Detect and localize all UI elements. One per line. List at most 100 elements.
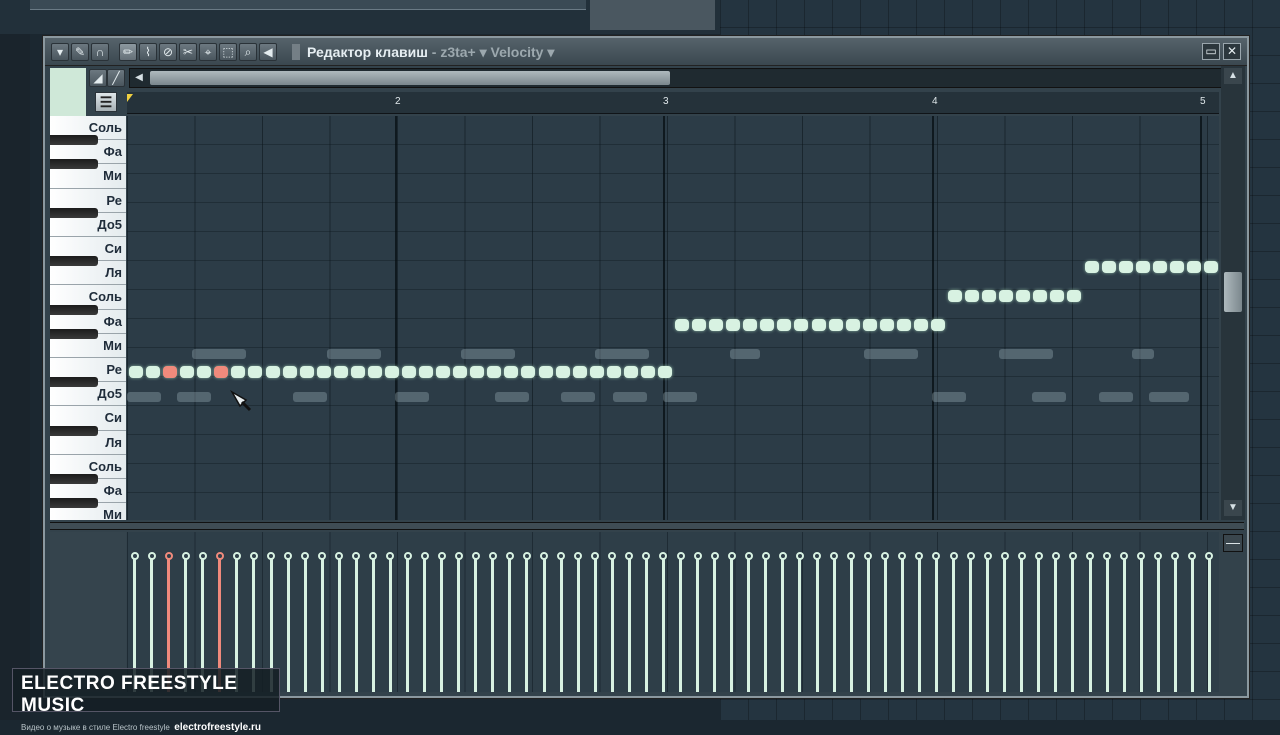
velocity-bar[interactable] [713,556,717,692]
velocity-bar[interactable] [781,556,785,692]
velocity-handle[interactable] [625,552,634,560]
vertical-scroll-thumb[interactable] [1224,272,1242,312]
note[interactable] [811,319,826,331]
piano-key-black[interactable] [50,256,98,267]
piano-key-black[interactable] [50,377,98,388]
note[interactable] [282,366,297,378]
note[interactable] [1101,261,1116,273]
velocity-bar[interactable] [593,556,597,692]
velocity-handle[interactable] [847,552,856,560]
note[interactable] [470,366,485,378]
event-menu-icon[interactable]: — [1223,534,1243,552]
velocity-handle[interactable] [267,552,275,560]
velocity-handle[interactable] [710,552,719,560]
note[interactable] [1152,261,1167,273]
velocity-handle[interactable] [966,552,975,560]
velocity-handle[interactable] [659,552,668,560]
note[interactable] [248,366,263,378]
velocity-bar[interactable] [1105,556,1109,692]
velocity-handle[interactable] [318,552,327,560]
horizontal-scroll-thumb[interactable] [150,71,670,85]
velocity-bar[interactable] [1173,556,1177,692]
note[interactable] [896,319,911,331]
note[interactable] [657,366,672,378]
velocity-handle[interactable] [181,552,190,560]
velocity-handle[interactable] [932,552,941,560]
velocity-bar[interactable] [764,556,768,692]
velocity-bar[interactable] [815,556,819,692]
velocity-bar[interactable] [747,556,751,692]
note[interactable] [350,366,365,378]
note[interactable] [692,319,707,331]
velocity-handle[interactable] [1086,552,1094,560]
note[interactable] [436,366,451,378]
zoom-icon[interactable]: ⌕ [239,43,257,61]
velocity-bar[interactable] [1139,556,1143,692]
velocity-bar[interactable] [576,556,580,692]
velocity-handle[interactable] [1034,552,1043,560]
velocity-bar[interactable] [1037,556,1041,692]
velocity-handle[interactable] [813,552,821,560]
velocity-bar[interactable] [423,556,427,692]
note[interactable] [913,319,928,331]
velocity-handle[interactable] [352,552,361,560]
note[interactable] [1186,261,1201,273]
note[interactable] [146,366,161,378]
piano-key-black[interactable] [50,135,98,146]
velocity-bar[interactable] [1190,556,1194,692]
velocity-bar[interactable] [917,556,921,692]
velocity-bar[interactable] [525,556,529,692]
velocity-bar[interactable] [371,556,375,692]
velocity-bar[interactable] [730,556,734,692]
velocity-bar[interactable] [969,556,973,692]
note[interactable] [794,319,809,331]
piano-key-black[interactable] [50,328,98,339]
horizontal-scrollbar[interactable]: ◀ ▶ [129,68,1241,88]
velocity-bar[interactable] [798,556,802,692]
velocity-handle[interactable] [164,552,173,560]
time-ruler[interactable]: 2 3 4 5 [127,92,1219,114]
channel-name[interactable]: z3ta+ [440,44,475,60]
note[interactable] [555,366,570,378]
mute-icon[interactable]: ✂ [179,43,197,61]
piano-key-black[interactable] [50,425,98,436]
note[interactable] [367,366,382,378]
note[interactable] [163,366,178,378]
velocity-bar[interactable] [491,556,495,692]
note[interactable] [453,366,468,378]
velocity-handle[interactable] [130,552,139,560]
target-dropdown-icon[interactable]: ▾ [543,44,554,60]
velocity-bar[interactable] [866,556,870,692]
note[interactable] [589,366,604,378]
note[interactable] [384,366,399,378]
velocity-bar[interactable] [474,556,478,692]
velocity-handle[interactable] [471,552,480,560]
playback-icon[interactable]: ◀ [259,43,277,61]
velocity-handle[interactable] [1017,552,1026,560]
velocity-handle[interactable] [1137,552,1146,560]
velocity-handle[interactable] [1068,552,1077,560]
magnet-icon[interactable]: ∩ [91,43,109,61]
velocity-bar[interactable] [900,556,904,692]
velocity-handle[interactable] [949,552,958,560]
note[interactable] [419,366,434,378]
velocity-handle[interactable] [642,552,651,560]
scroll-left-icon[interactable]: ◀ [130,70,148,86]
note[interactable] [231,366,246,378]
note[interactable] [930,319,945,331]
velocity-bar[interactable] [934,556,938,692]
velocity-handle[interactable] [369,552,378,560]
velocity-bar[interactable] [627,556,631,692]
vertical-scrollbar[interactable]: ▲ ▼ [1221,66,1245,520]
velocity-handle[interactable] [420,552,429,560]
velocity-handle[interactable] [505,552,514,560]
velocity-bar[interactable] [440,556,444,692]
velocity-bar[interactable] [1207,556,1211,692]
velocity-bar[interactable] [542,556,546,692]
note[interactable] [504,366,519,378]
note[interactable] [1169,261,1184,273]
note[interactable] [640,366,655,378]
velocity-handle[interactable] [557,552,566,560]
velocity-bar[interactable] [559,556,563,692]
note[interactable] [828,319,843,331]
